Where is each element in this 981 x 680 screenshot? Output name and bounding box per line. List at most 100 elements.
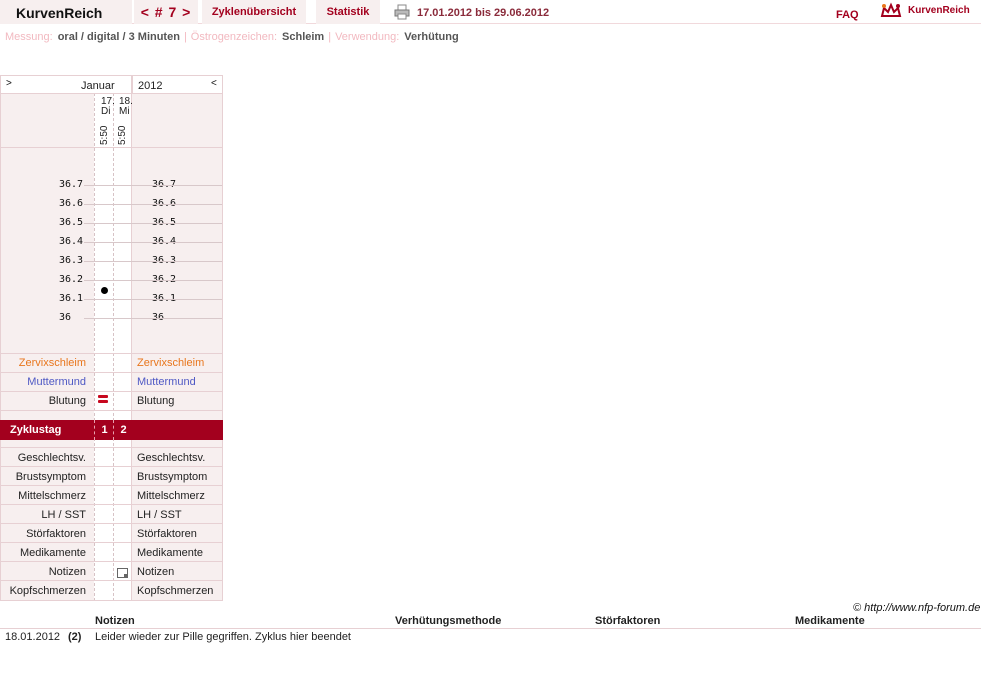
row-separator <box>0 93 223 94</box>
cycle-day-number[interactable]: 2 <box>114 424 133 436</box>
row-label-notes[interactable]: Notizen <box>49 566 86 578</box>
faq-link[interactable]: FAQ <box>836 9 859 21</box>
row-separator <box>0 504 223 505</box>
row-separator <box>0 600 223 601</box>
temp-label: 36.6 <box>59 198 84 209</box>
row-label-intercourse[interactable]: Geschlechtsv. <box>137 452 205 464</box>
row-separator <box>0 523 223 524</box>
row-label-disruptors[interactable]: Störfaktoren <box>26 528 86 540</box>
temp-gridline <box>84 242 222 243</box>
mouth-label[interactable]: Muttermund <box>137 376 196 388</box>
settings-info-line: Messung: oral / digital / 3 Minuten | Östro… <box>5 31 459 43</box>
day-weekday: Mi <box>119 106 130 117</box>
row-label-breast[interactable]: Brustsymptom <box>16 471 86 483</box>
prev-month-button[interactable]: < <box>211 78 217 89</box>
measure-label: Messung: <box>5 31 53 43</box>
temp-gridline <box>84 280 222 281</box>
row-separator <box>0 561 223 562</box>
row-separator <box>0 580 223 581</box>
copyright[interactable]: © http://www.nfp-forum.de <box>853 602 980 614</box>
temp-label: 36.5 <box>59 217 84 228</box>
row-label-meds[interactable]: Medikamente <box>137 547 203 559</box>
month-header: > Januar 2012 < <box>0 75 223 94</box>
top-bar: KurvenReich < # 7 > Zyklenübersicht Stat… <box>0 0 981 24</box>
logo-text[interactable]: KurvenReich <box>908 5 970 16</box>
cycle-day-number[interactable]: 1 <box>95 424 114 436</box>
row-label-lh[interactable]: LH / SST <box>137 509 182 521</box>
row-label-breast[interactable]: Brustsymptom <box>137 471 207 483</box>
note-date: 18.01.2012 <box>5 631 61 643</box>
day-divider <box>113 93 114 601</box>
measure-value: oral / digital / 3 Minuten <box>57 31 180 43</box>
tab-zyklenuebersicht[interactable]: Zyklenübersicht <box>202 0 306 24</box>
note-cycle-day: (2) <box>68 631 82 643</box>
row-label-lh[interactable]: LH / SST <box>41 509 86 521</box>
note-icon[interactable] <box>117 568 128 578</box>
row-separator <box>0 391 223 392</box>
separator: | <box>328 31 332 43</box>
temp-gridline <box>84 318 222 319</box>
mouth-label[interactable]: Muttermund <box>27 376 86 388</box>
day-divider <box>94 93 95 601</box>
notes-table-row: 18.01.2012 (2) Leider wieder zur Pille g… <box>0 631 981 645</box>
header-method: Verhütungsmethode <box>395 615 502 627</box>
estrogen-label: Östrogenzeichen: <box>190 31 278 43</box>
estrogen-value: Schleim <box>282 31 325 43</box>
header-notes: Notizen <box>95 615 135 627</box>
temp-label: 36.4 <box>59 236 84 247</box>
usage-label: Verwendung: <box>335 31 400 43</box>
measure-time: 5:50 <box>117 125 128 145</box>
row-label-midpain[interactable]: Mittelschmerz <box>18 490 86 502</box>
row-label-meds[interactable]: Medikamente <box>20 547 86 559</box>
header-meds: Medikamente <box>795 615 865 627</box>
cervix-label[interactable]: Zervixschleim <box>19 357 86 369</box>
row-label-notes[interactable]: Notizen <box>137 566 174 578</box>
divider <box>132 76 133 94</box>
printer-icon[interactable] <box>394 4 410 20</box>
row-label-midpain[interactable]: Mittelschmerz <box>137 490 205 502</box>
row-separator <box>0 542 223 543</box>
notes-table-header: Notizen Verhütungsmethode Störfaktoren M… <box>0 615 981 629</box>
temp-label: 36.3 <box>59 255 84 266</box>
cycle-nav-button[interactable]: < # 7 > <box>134 0 198 24</box>
cervix-label[interactable]: Zervixschleim <box>137 357 204 369</box>
temp-label: 36.1 <box>59 293 84 304</box>
temp-gridline <box>84 299 222 300</box>
temp-gridline <box>84 223 222 224</box>
row-separator <box>0 485 223 486</box>
crown-logo-icon[interactable] <box>880 2 902 20</box>
cycle-day-bar: Zyklustag 1 2 <box>0 420 223 440</box>
row-label-intercourse[interactable]: Geschlechtsv. <box>18 452 86 464</box>
header-disruptors: Störfaktoren <box>595 615 661 627</box>
year-label: 2012 <box>138 80 163 92</box>
bleeding-marker[interactable] <box>98 395 108 398</box>
row-label-headache[interactable]: Kopfschmerzen <box>137 585 213 597</box>
row-separator <box>0 447 223 448</box>
row-label-disruptors[interactable]: Störfaktoren <box>137 528 197 540</box>
date-range: 17.01.2012 bis 29.06.2012 <box>417 7 550 19</box>
row-separator <box>0 410 223 411</box>
measure-time: 5:50 <box>99 125 110 145</box>
temp-point[interactable] <box>101 286 108 294</box>
day-weekday: Di <box>101 106 111 117</box>
temp-label: 36 <box>59 312 72 323</box>
separator: | <box>183 31 187 43</box>
temp-label: 36.2 <box>59 274 84 285</box>
brand-title[interactable]: KurvenReich <box>0 0 132 24</box>
row-separator <box>0 353 223 354</box>
temp-gridline <box>84 261 222 262</box>
bleeding-label[interactable]: Blutung <box>137 395 174 407</box>
bleeding-marker[interactable] <box>98 400 108 403</box>
row-separator <box>0 466 223 467</box>
next-month-button[interactable]: > <box>6 78 12 89</box>
tab-statistik[interactable]: Statistik <box>316 0 380 24</box>
bleeding-label[interactable]: Blutung <box>49 395 86 407</box>
row-separator <box>0 147 223 148</box>
usage-value: Verhütung <box>404 31 459 43</box>
temp-gridline <box>84 185 222 186</box>
note-text: Leider wieder zur Pille gegriffen. Zyklu… <box>95 631 351 643</box>
temp-label: 36.7 <box>59 179 84 190</box>
row-label-headache[interactable]: Kopfschmerzen <box>10 585 86 597</box>
cycle-chart: > Januar 2012 < 17. Di 18. Mi 5:50 5:50 … <box>0 75 223 601</box>
month-label: Januar <box>81 80 115 92</box>
